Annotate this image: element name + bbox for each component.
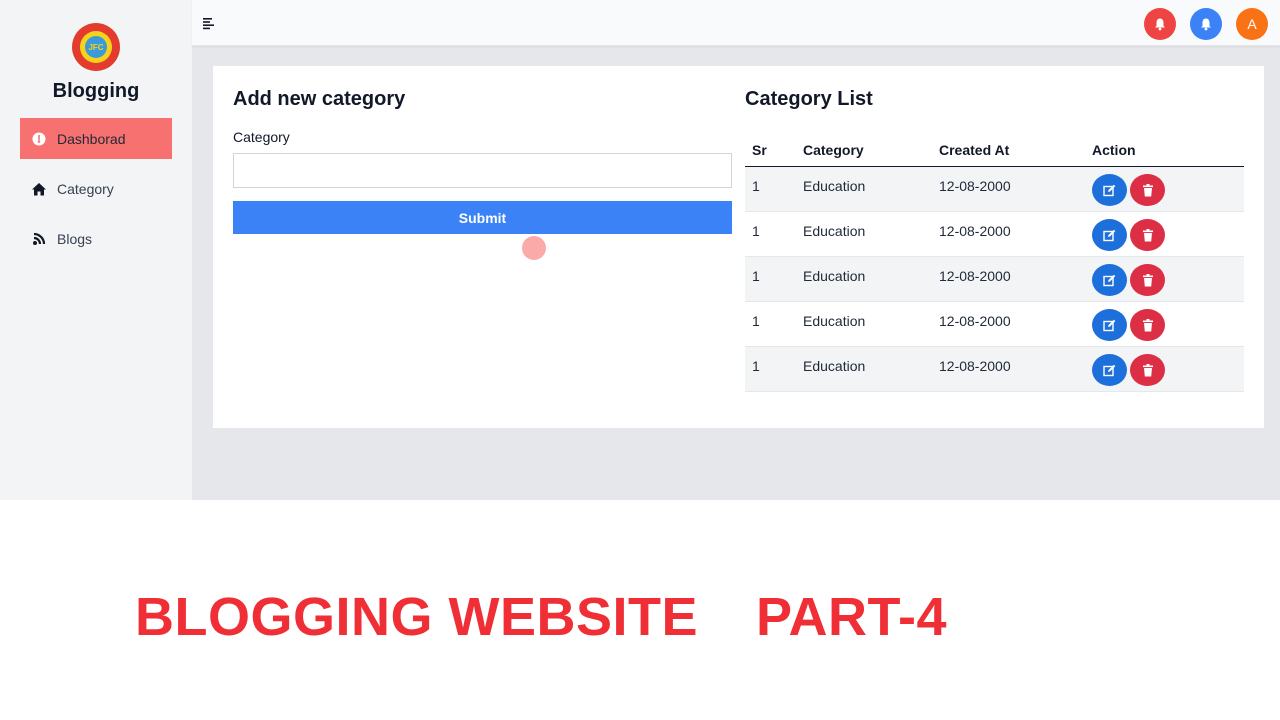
cell-category: Education: [803, 268, 866, 284]
cell-actions: [1092, 347, 1244, 386]
column-header-created-at: Created At: [939, 142, 1010, 158]
banner-part: PART-4: [756, 587, 948, 647]
top-bar: A: [192, 0, 1280, 46]
delete-button[interactable]: [1130, 219, 1165, 251]
edit-button[interactable]: [1092, 309, 1127, 341]
cell-actions: [1092, 167, 1244, 206]
sidebar-item-label: Blogs: [57, 230, 93, 247]
trash-icon: [1142, 228, 1153, 241]
table-row: 1 Education 12-08-2000: [745, 257, 1244, 302]
cell-category: Education: [803, 358, 866, 374]
category-input[interactable]: [233, 153, 732, 188]
edit-icon: [1103, 364, 1116, 376]
delete-button[interactable]: [1130, 264, 1165, 296]
sidebar-item-label: Category: [57, 180, 114, 197]
cell-created-at: 12-08-2000: [939, 178, 1011, 194]
column-header-category: Category: [803, 142, 864, 158]
table-row: 1 Education 12-08-2000: [745, 212, 1244, 257]
category-table: Sr Category Created At Action 1 Education…: [745, 134, 1244, 392]
sidebar: JFC Blogging Dashborad Category Blogs: [0, 0, 192, 500]
cell-sr: 1: [752, 358, 760, 374]
cell-category: Education: [803, 313, 866, 329]
form-title: Add new category: [233, 88, 406, 110]
cell-created-at: 12-08-2000: [939, 313, 1011, 329]
cell-category: Education: [803, 178, 866, 194]
cell-sr: 1: [752, 268, 760, 284]
table-body: 1 Education 12-08-2000 1 Education 12-08-2000…: [745, 167, 1244, 392]
table-row: 1 Education 12-08-2000: [745, 347, 1244, 392]
table-row: 1 Education 12-08-2000: [745, 167, 1244, 212]
cell-actions: [1092, 257, 1244, 296]
list-title: Category List: [745, 88, 873, 110]
edit-icon: [1103, 184, 1116, 196]
bell-icon: [1201, 18, 1211, 31]
submit-button[interactable]: Submit: [233, 201, 732, 234]
notification-bell-button[interactable]: [1144, 8, 1176, 40]
edit-button[interactable]: [1092, 219, 1127, 251]
edit-icon: [1103, 229, 1116, 241]
brand-title: Blogging: [52, 80, 140, 102]
cell-actions: [1092, 302, 1244, 341]
trash-icon: [1142, 183, 1153, 196]
avatar[interactable]: A: [1236, 8, 1268, 40]
jfc-logo: JFC: [72, 23, 120, 71]
trash-icon: [1142, 318, 1153, 331]
edit-button[interactable]: [1092, 354, 1127, 386]
delete-button[interactable]: [1130, 174, 1165, 206]
menu-icon[interactable]: [202, 16, 216, 30]
content-card: Add new category Category Submit Categor…: [213, 66, 1264, 428]
delete-button[interactable]: [1130, 354, 1165, 386]
column-header-sr: Sr: [752, 142, 767, 158]
table-row: 1 Education 12-08-2000: [745, 302, 1244, 347]
cell-sr: 1: [752, 223, 760, 239]
sidebar-item-blogs[interactable]: Blogs: [20, 218, 172, 259]
sidebar-item-dashboard[interactable]: Dashborad: [20, 118, 172, 159]
cell-category: Education: [803, 223, 866, 239]
app-window: JFC Blogging Dashborad Category Blogs A …: [0, 0, 1280, 500]
home-icon: [20, 182, 57, 196]
edit-button[interactable]: [1092, 174, 1127, 206]
edit-icon: [1103, 274, 1116, 286]
edit-button[interactable]: [1092, 264, 1127, 296]
edit-icon: [1103, 319, 1116, 331]
sidebar-item-label: Dashborad: [57, 130, 126, 147]
cell-sr: 1: [752, 313, 760, 329]
category-field-label: Category: [233, 129, 290, 145]
dashboard-icon: [20, 132, 57, 146]
bell-icon: [1155, 18, 1165, 31]
trash-icon: [1142, 273, 1153, 286]
cell-created-at: 12-08-2000: [939, 268, 1011, 284]
trash-icon: [1142, 363, 1153, 376]
cell-created-at: 12-08-2000: [939, 358, 1011, 374]
banner-title: BLOGGING WEBSITE: [135, 587, 699, 647]
svg-text:JFC: JFC: [88, 43, 103, 52]
column-header-action: Action: [1092, 142, 1136, 158]
sidebar-item-category[interactable]: Category: [20, 168, 172, 209]
cursor-indicator: [522, 236, 546, 260]
banner: BLOGGING WEBSITE PART-4: [0, 500, 1280, 720]
cell-actions: [1092, 212, 1244, 251]
blog-icon: [20, 232, 57, 246]
cell-created-at: 12-08-2000: [939, 223, 1011, 239]
cell-sr: 1: [752, 178, 760, 194]
notification-bell-button-2[interactable]: [1190, 8, 1222, 40]
table-header: Sr Category Created At Action: [745, 134, 1244, 167]
delete-button[interactable]: [1130, 309, 1165, 341]
